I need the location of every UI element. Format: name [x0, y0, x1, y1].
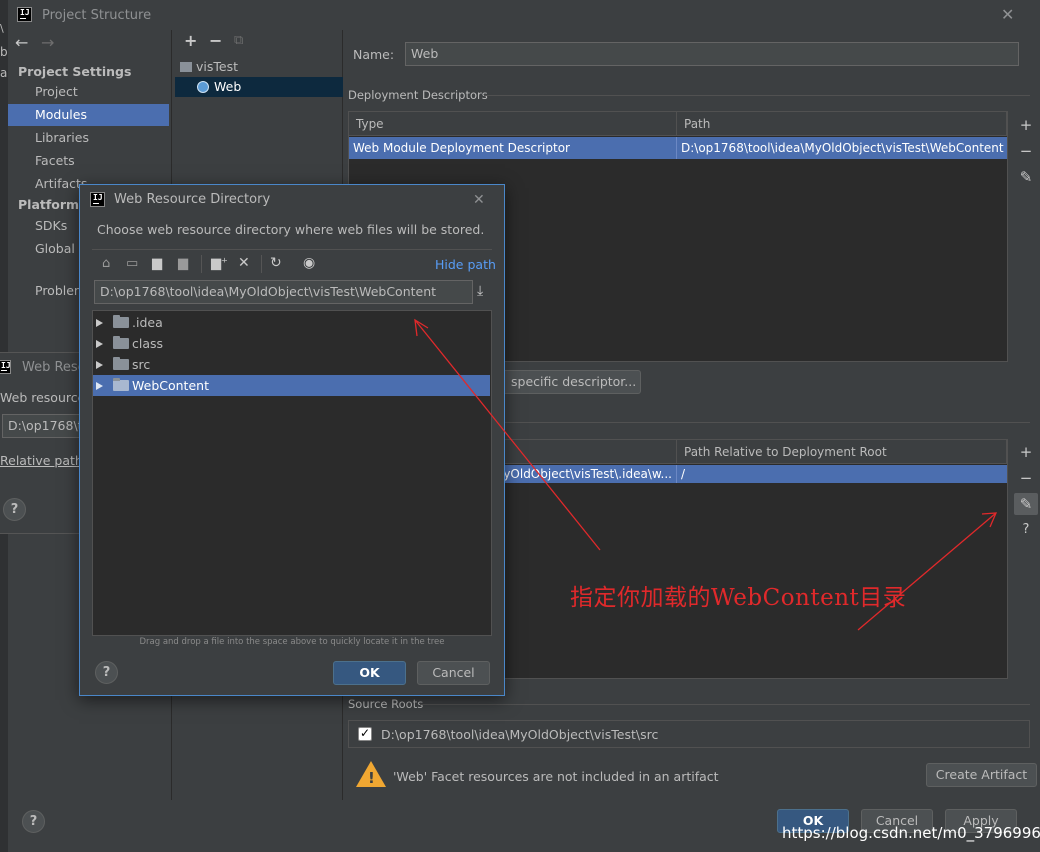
annotation-text: 指定你加载的WebContent目录	[570, 585, 907, 611]
watermark-text: https://blog.csdn.net/m0_37969960	[782, 824, 1040, 842]
arrow-line-to-path	[414, 319, 601, 551]
annotation-arrows	[414, 318, 998, 631]
arrow-line-to-edit	[857, 512, 997, 631]
